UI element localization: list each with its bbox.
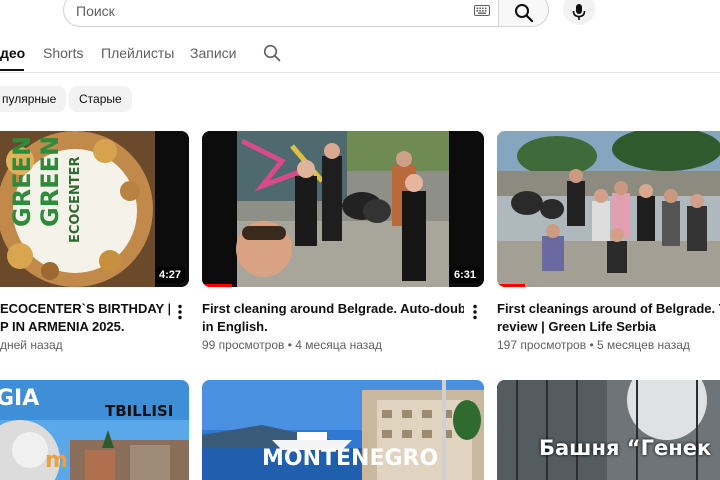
tab-playlists[interactable]: Плейлисты [101, 45, 174, 61]
channel-search-icon[interactable] [263, 44, 281, 62]
chip-oldest[interactable]: Старые [69, 86, 132, 112]
video-thumbnail[interactable]: GIA TBILLISI m [0, 380, 189, 480]
video-title[interactable]: in English. [202, 318, 464, 336]
tab-posts[interactable]: Записи [190, 45, 236, 61]
video-thumbnail[interactable]: 6:31 [202, 131, 484, 287]
search-icon [514, 4, 533, 23]
video-duration: 4:27 [154, 267, 185, 283]
keyboard-icon[interactable] [474, 5, 490, 16]
channel-videos-page: део Shorts Плейлисты Записи пулярные Ста… [0, 0, 720, 480]
more-options-icon[interactable] [177, 304, 183, 320]
thumbnail-image [202, 131, 484, 287]
search-box[interactable] [63, 0, 498, 27]
video-title[interactable]: ECOCENTER`S BIRTHDAY | [0, 300, 170, 318]
video-views: 197 просмотров [497, 338, 587, 352]
video-age: 5 месяцев назад [596, 338, 690, 352]
thumbnail-text: GIA [0, 386, 40, 411]
thumbnail-text: TBILLISI [105, 402, 174, 420]
thumbnail-image [497, 380, 720, 480]
thumbnail-text: Башня “Генек [539, 436, 712, 460]
thumbnail-text: ECOCENTER [68, 156, 83, 243]
video-thumbnail[interactable]: Башня “Генек [497, 380, 720, 480]
watch-progress-bar [497, 284, 525, 287]
active-tab-indicator [0, 69, 24, 71]
mic-icon [572, 4, 586, 20]
video-thumbnail[interactable] [497, 131, 720, 287]
video-title[interactable]: First cleaning around Belgrade. Auto-dou… [202, 300, 464, 318]
thumbnail-text: GREEN [36, 135, 64, 227]
search-input[interactable] [76, 0, 456, 22]
video-meta: 99 просмотров • 4 месяца назад [202, 338, 382, 352]
video-title[interactable]: First cleanings around of Belgrade. The [497, 300, 720, 318]
watch-progress-bar [202, 284, 232, 287]
thumbnail-text: MONTENEGRO [262, 446, 439, 471]
voice-search-button[interactable] [563, 0, 595, 25]
video-age: 4 месяца назад [295, 338, 382, 352]
video-views: 99 просмотров [202, 338, 285, 352]
video-duration: 6:31 [449, 267, 480, 283]
channel-tabs: део Shorts Плейлисты Записи [0, 38, 720, 72]
tabs-divider [0, 72, 720, 73]
video-title[interactable]: P IN ARMENIA 2025. [0, 318, 170, 336]
more-options-icon[interactable] [472, 304, 478, 320]
meta-separator: • [589, 338, 597, 352]
tab-shorts[interactable]: Shorts [43, 45, 83, 61]
video-thumbnail[interactable]: MONTENEGRO [202, 380, 484, 480]
chip-popular[interactable]: пулярные [0, 86, 67, 112]
search-button[interactable] [498, 0, 549, 27]
video-meta: дней назад [0, 338, 63, 352]
thumbnail-text: m [45, 448, 68, 473]
tab-videos[interactable]: део [0, 45, 25, 61]
thumbnail-text: GREEN [8, 135, 36, 227]
video-meta: 197 просмотров • 5 месяцев назад [497, 338, 690, 352]
thumbnail-image [497, 131, 720, 287]
video-thumbnail[interactable]: GREEN GREEN ECOCENTER 4:27 [0, 131, 189, 287]
video-title[interactable]: review | Green Life Serbia [497, 318, 720, 336]
